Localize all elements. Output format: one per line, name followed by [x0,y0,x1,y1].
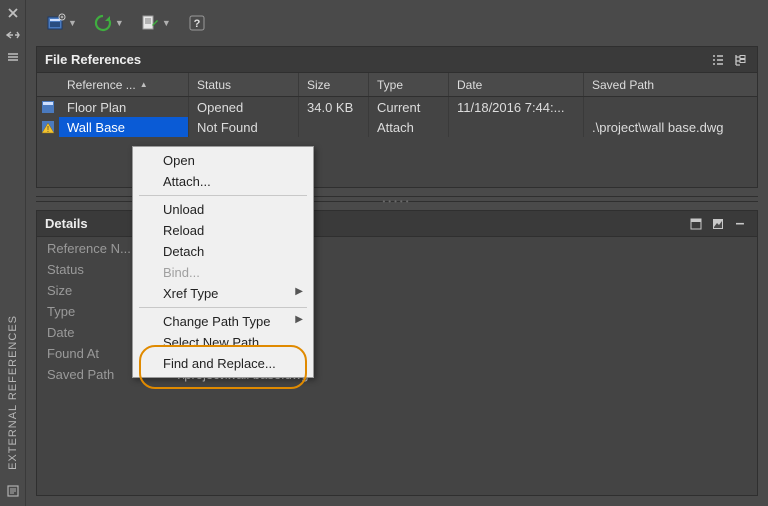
menu-unload[interactable]: Unload [135,199,311,220]
cell-type: Current [369,97,449,117]
autohide-icon[interactable] [4,48,22,66]
cell-name: Wall Base [59,117,189,137]
menu-separator [139,195,307,196]
menu-detach[interactable]: Detach [135,241,311,262]
column-name[interactable]: Reference ... [59,73,189,96]
external-references-palette: EXTERNAL REFERENCES ▼ ▼ ▼ ? [0,0,768,506]
cell-size: 34.0 KB [299,97,369,117]
menu-xref-type[interactable]: Xref Type ▶ [135,283,311,304]
menu-select-new-path[interactable]: Select New Path... [135,332,311,353]
context-menu: Open Attach... Unload Reload Detach Bind… [132,146,314,378]
submenu-arrow-icon: ▶ [295,314,303,325]
attach-dwg-button[interactable]: ▼ [46,13,77,33]
menu-bind: Bind... [135,262,311,283]
column-type[interactable]: Type [369,73,449,96]
chevron-down-icon: ▼ [68,18,77,28]
cell-date: 11/18/2016 7:44:... [449,97,584,117]
cell-name: Floor Plan [59,97,189,117]
panel-title: File References [45,52,141,67]
details-view-icon[interactable] [687,215,705,233]
dwg-icon [37,97,59,117]
menu-open[interactable]: Open [135,150,311,171]
column-icon[interactable] [37,73,59,96]
menu-separator [139,307,307,308]
submenu-arrow-icon: ▶ [295,286,303,297]
menu-label: Change Path Type [163,314,270,329]
minimize-icon[interactable]: – [731,215,749,233]
cell-date [449,117,584,137]
properties-icon[interactable] [4,482,22,500]
cell-saved-path [584,97,757,117]
svg-text:!: ! [47,125,49,134]
column-status[interactable]: Status [189,73,299,96]
panel-title: Details [45,216,88,231]
preview-icon[interactable] [709,215,727,233]
cell-saved-path: .\project\wall base.dwg [584,117,757,137]
column-size[interactable]: Size [299,73,369,96]
column-date[interactable]: Date [449,73,584,96]
menu-change-path-type[interactable]: Change Path Type ▶ [135,311,311,332]
tree-view-icon[interactable] [731,51,749,69]
svg-text:?: ? [193,18,200,30]
cell-status: Opened [189,97,299,117]
menu-label: Xref Type [163,286,218,301]
cell-size [299,117,369,137]
refresh-button[interactable]: ▼ [93,13,124,33]
list-view-icon[interactable] [709,51,727,69]
dwg-missing-icon: ! [37,117,59,137]
cell-status: Not Found [189,117,299,137]
menu-find-replace[interactable]: Find and Replace... [135,353,311,374]
side-rail: EXTERNAL REFERENCES [0,0,26,506]
chevron-down-icon: ▼ [162,18,171,28]
toolbar: ▼ ▼ ▼ ? [36,8,758,38]
menu-attach[interactable]: Attach... [135,171,311,192]
palette-title-vertical: EXTERNAL REFERENCES [7,315,19,470]
dock-toggle-icon[interactable] [4,26,22,44]
table-row[interactable]: ! Wall Base Not Found Attach .\project\w… [37,117,757,137]
cell-type: Attach [369,117,449,137]
chevron-down-icon: ▼ [115,18,124,28]
change-path-button[interactable]: ▼ [140,13,171,33]
table-row[interactable]: Floor Plan Opened 34.0 KB Current 11/18/… [37,97,757,117]
close-icon[interactable] [4,4,22,22]
table-header: Reference ... Status Size Type Date Save… [37,73,757,97]
column-saved-path[interactable]: Saved Path [584,73,757,96]
help-button[interactable]: ? [187,13,207,33]
menu-reload[interactable]: Reload [135,220,311,241]
